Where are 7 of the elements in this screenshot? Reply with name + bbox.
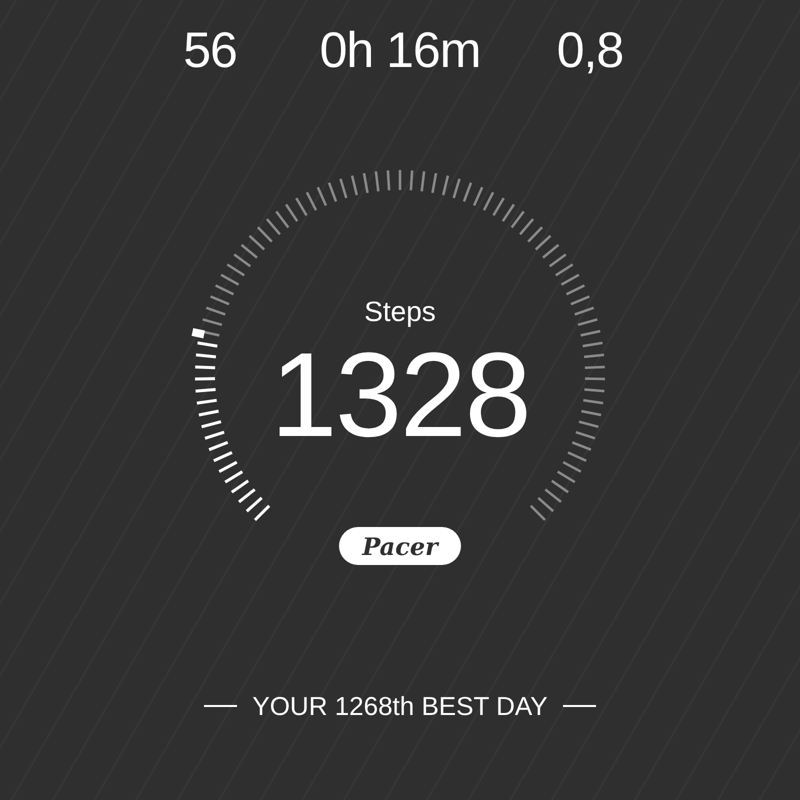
gauge-label: Steps: [364, 295, 436, 329]
metric-value: 0,8: [556, 21, 624, 80]
step-count: 1328: [270, 335, 530, 455]
metric-value: 0h 16m: [320, 21, 480, 80]
best-day-text: YOUR 1268th BEST DAY: [252, 690, 548, 722]
brand-logo: Pacer: [339, 527, 461, 565]
metric-value: 56: [183, 21, 237, 80]
